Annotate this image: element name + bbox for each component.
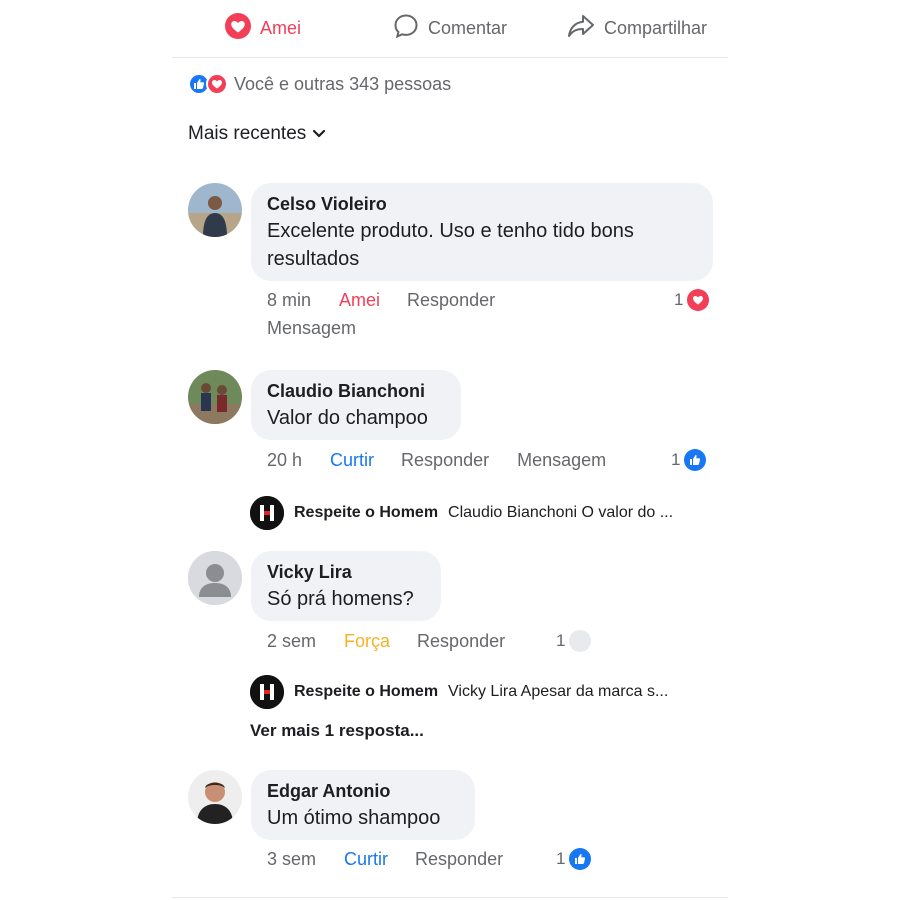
comment-text: Excelente produto. Uso e tenho tido bons…	[267, 217, 697, 273]
comment-time[interactable]: 2 sem	[267, 631, 316, 652]
avatar[interactable]	[188, 370, 242, 424]
reply-preview[interactable]: Respeite o Homem Claudio Bianchoni O val…	[250, 496, 673, 530]
neutral-reaction-icon	[569, 630, 592, 652]
like-icon	[569, 848, 592, 870]
reaction-count-value: 1	[671, 450, 681, 469]
page-logo-icon	[250, 496, 284, 530]
reply-text: Claudio Bianchoni O valor do ...	[448, 504, 674, 521]
comment-meta-line2: Mensagem	[267, 318, 356, 339]
comment-bubble: Edgar Antonio Um ótimo shampoo	[251, 770, 475, 840]
top-divider	[172, 57, 728, 58]
comment-text: Só prá homens?	[267, 588, 414, 610]
reply-button[interactable]: Responder	[415, 849, 503, 870]
page-logo-icon	[250, 675, 284, 709]
share-action-label: Compartilhar	[604, 17, 708, 38]
react-button[interactable]: Força	[344, 631, 390, 652]
reply-button[interactable]: Responder	[407, 290, 495, 311]
avatar[interactable]	[188, 183, 242, 237]
like-icon	[684, 449, 707, 471]
comment-author[interactable]: Vicky Lira	[267, 561, 425, 583]
sort-label: Mais recentes	[188, 123, 307, 144]
comment-text-line: Excelente produto. Uso e tenho tido bons	[267, 220, 634, 242]
view-more-replies-link[interactable]: Ver mais 1 resposta...	[250, 721, 424, 741]
share-icon	[566, 12, 596, 45]
comment-meta: 20 h Curtir Responder Mensagem	[267, 450, 606, 471]
comment-author[interactable]: Edgar Antonio	[267, 780, 459, 802]
love-icon	[206, 73, 228, 95]
chevron-down-icon	[312, 123, 326, 145]
reactions-summary[interactable]: Você e outras 343 pessoas	[188, 70, 451, 98]
react-button[interactable]: Amei	[339, 290, 380, 311]
avatar[interactable]	[188, 551, 242, 605]
message-button[interactable]: Mensagem	[517, 450, 606, 471]
share-action-button[interactable]: Compartilhar	[566, 12, 707, 44]
comment-bubble: Celso Violeiro Excelente produto. Uso e …	[251, 183, 713, 281]
love-icon	[224, 12, 252, 45]
react-button[interactable]: Curtir	[330, 450, 374, 471]
reaction-count[interactable]: 1	[556, 630, 592, 652]
react-button[interactable]: Curtir	[344, 849, 388, 870]
reaction-count-value: 1	[674, 290, 684, 309]
comment-meta: 8 min Amei Responder	[267, 290, 495, 311]
comment-time[interactable]: 3 sem	[267, 849, 316, 870]
comment-bubble: Claudio Bianchoni Valor do champoo	[251, 370, 461, 440]
reply-button[interactable]: Responder	[417, 631, 505, 652]
comment-action-label: Comentar	[428, 17, 508, 38]
reply-author: Respeite o Homem	[294, 504, 439, 521]
reply-preview[interactable]: Respeite o Homem Vicky Lira Apesar da ma…	[250, 675, 668, 709]
reaction-count-value: 1	[556, 631, 566, 650]
sort-dropdown[interactable]: Mais recentes	[188, 123, 326, 145]
comment-icon	[392, 12, 420, 45]
comment-meta: 2 sem Força Responder	[267, 631, 505, 652]
love-action-label: Amei	[260, 17, 302, 38]
avatar[interactable]	[188, 770, 242, 824]
reply-button[interactable]: Responder	[401, 450, 489, 471]
reply-text: Vicky Lira Apesar da marca s...	[448, 683, 669, 700]
comment-author[interactable]: Claudio Bianchoni	[267, 380, 445, 402]
comment-time[interactable]: 20 h	[267, 450, 302, 471]
reaction-icons	[188, 73, 228, 95]
reaction-count-value: 1	[556, 849, 566, 868]
love-icon	[687, 289, 710, 311]
comment-action-button[interactable]: Comentar	[392, 12, 507, 44]
comment-author[interactable]: Celso Violeiro	[267, 193, 697, 215]
love-action-button[interactable]: Amei	[224, 12, 301, 44]
comment-text: Valor do champoo	[267, 407, 428, 429]
reaction-count[interactable]: 1	[674, 289, 710, 311]
reply-author: Respeite o Homem	[294, 683, 439, 700]
reaction-count[interactable]: 1	[671, 449, 707, 471]
comment-text-line: resultados	[267, 248, 360, 270]
comment-time[interactable]: 8 min	[267, 290, 311, 311]
comment-bubble: Vicky Lira Só prá homens?	[251, 551, 441, 621]
comment-meta: 3 sem Curtir Responder	[267, 849, 503, 870]
message-button[interactable]: Mensagem	[267, 318, 356, 339]
bottom-divider	[172, 897, 728, 898]
reaction-count[interactable]: 1	[556, 848, 592, 870]
reactions-summary-text: Você e outras 343 pessoas	[234, 73, 452, 94]
comment-text: Um ótimo shampoo	[267, 807, 441, 829]
